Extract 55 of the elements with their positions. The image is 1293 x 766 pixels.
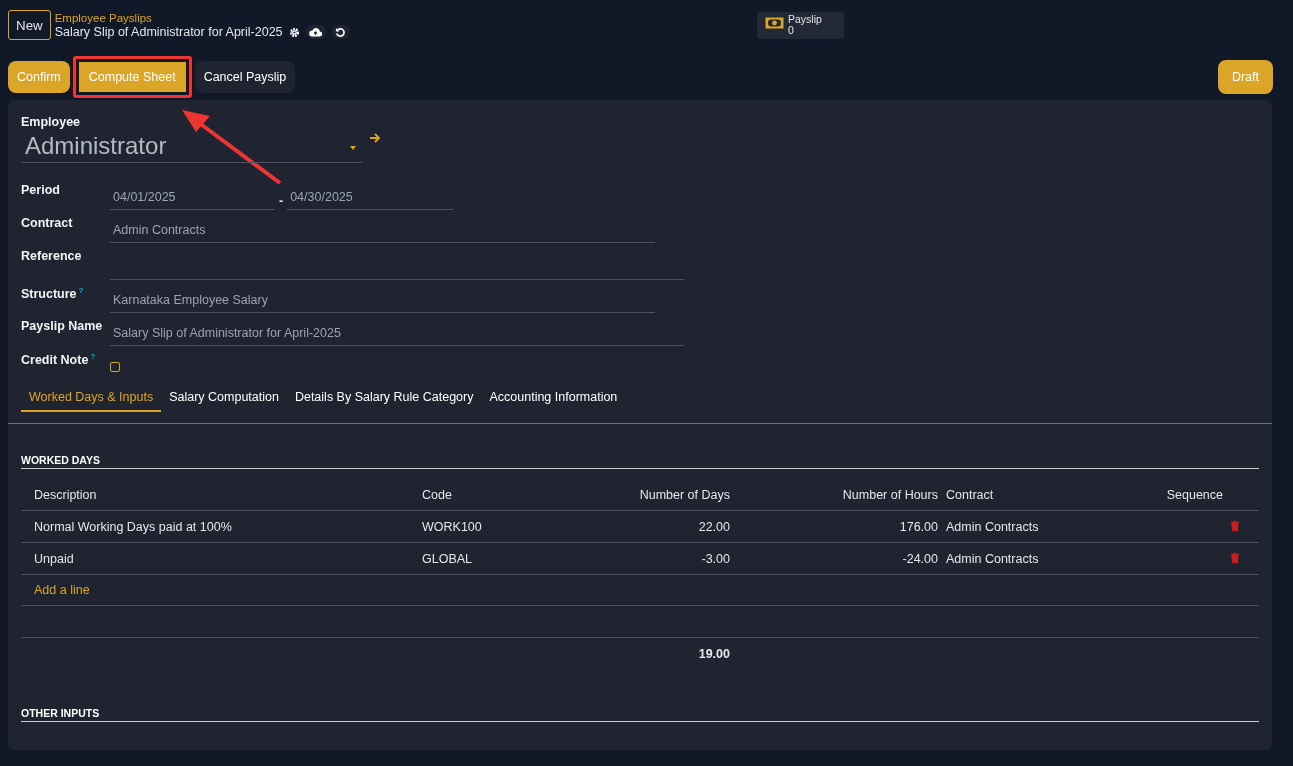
tab[interactable]: Accounting Information [481,385,626,412]
field-label: Contract [21,215,74,230]
column-header: Number of Hours [842,487,938,502]
cloud-upload-icon[interactable] [305,25,326,39]
table-cell: Normal Working Days paid at 100% [34,519,232,534]
column-header: Number of Days [639,487,730,502]
table-cell: 176.00 [899,519,938,534]
text-field[interactable]: Admin Contracts [110,221,655,243]
status-badge: Draft [1217,60,1273,94]
record-title: Salary Slip of Administrator for April-2025 [54,25,283,39]
smart-button-label: Payslip [788,14,822,25]
smart-button-count: 0 [788,25,794,36]
field-label: Credit Note $^{?}$ [21,351,97,368]
add-line-link[interactable]: Add a line [34,583,90,597]
trash-icon[interactable] [1231,520,1239,531]
employee-field[interactable]: Administrator [21,129,362,163]
section-heading: OTHER INPUTS [21,707,1259,722]
dropdown-caret-icon[interactable] [350,146,356,150]
field-label: Payslip Name [21,318,104,333]
total-days: 19.00 [698,646,730,661]
undo-icon[interactable] [331,25,350,39]
text-field[interactable]: Salary Slip of Administrator for April-2025 [110,324,684,346]
breadcrumb-link[interactable]: Employee Payslips [54,11,350,25]
date-field[interactable]: 04/01/2025 [110,188,275,210]
trash-icon[interactable] [1231,552,1239,563]
settings-icon[interactable] [288,26,300,38]
tab[interactable]: Details By Salary Rule Category [286,385,482,412]
column-header: Contract [946,487,994,502]
date-separator: - [279,194,284,210]
text-field[interactable]: Karnataka Employee Salary [110,291,655,313]
table-cell: GLOBAL [422,551,473,566]
table-cell: Admin Contracts [946,551,1039,566]
table-cell: -3.00 [701,551,730,566]
section-heading: WORKED DAYS [21,454,1259,469]
column-header: Sequence [1166,487,1223,502]
field-label: Period [21,182,61,197]
date-field[interactable]: 04/30/2025 [287,188,454,210]
column-header: Code [422,487,452,502]
table-cell: 22.00 [698,519,730,534]
tab[interactable]: Worked Days & Inputs [21,385,162,412]
table-cell: -24.00 [902,551,938,566]
field-label: Structure $^{?}$ [21,285,85,302]
field-label: Employee [21,114,81,129]
banknote-icon [765,17,784,29]
payslip-smart-button[interactable]: Payslip 0 [757,12,844,39]
table-cell: Unpaid [34,551,74,566]
table-cell: WORK100 [422,519,482,534]
arrow-right-icon[interactable] [370,133,381,143]
action-button[interactable]: Cancel Payslip [194,61,296,93]
checkbox[interactable] [110,361,120,372]
field-label: Reference [21,248,83,263]
table-cell: Admin Contracts [946,519,1039,534]
column-header: Description [34,487,97,502]
new-button[interactable]: New [8,10,51,40]
tab[interactable]: Salary Computation [161,385,287,412]
